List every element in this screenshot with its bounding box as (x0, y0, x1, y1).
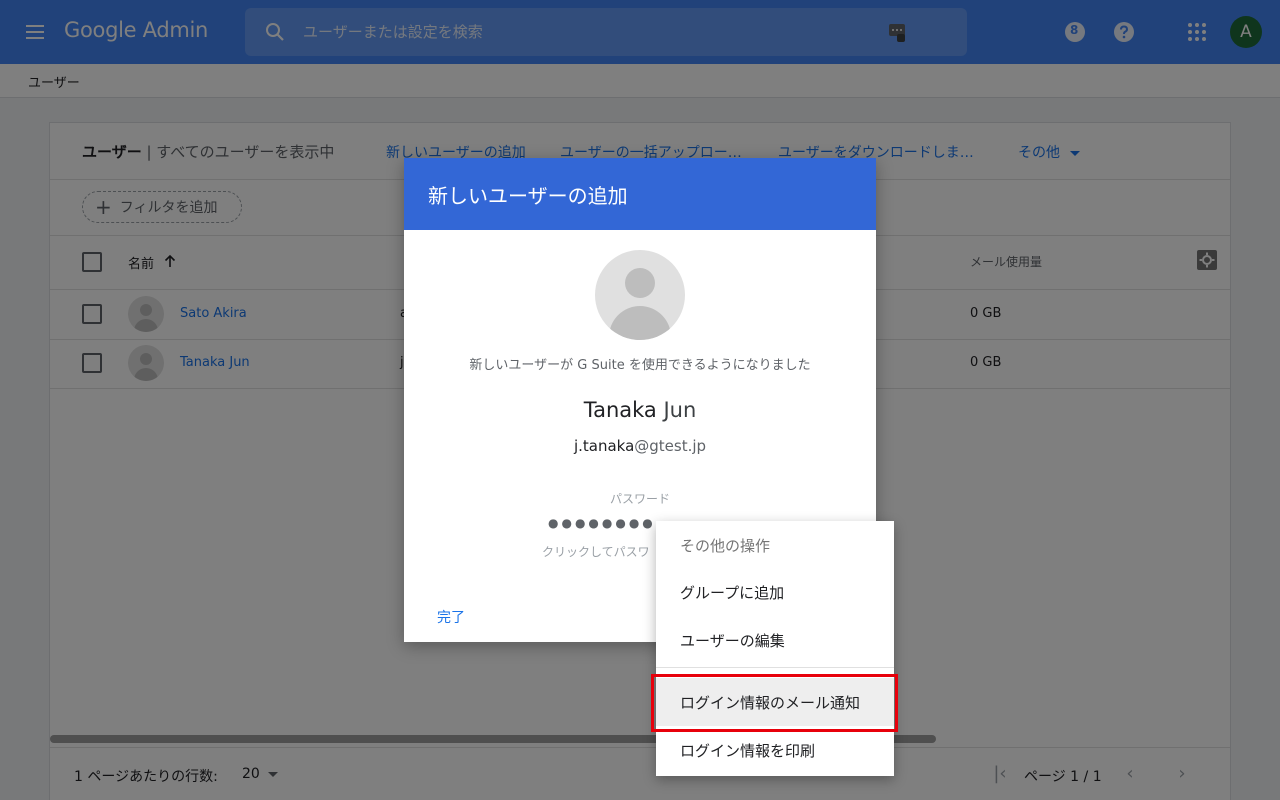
password-hint[interactable]: クリックしてパスワ (542, 543, 650, 560)
menu-item-edit-user[interactable]: ユーザーの編集 (656, 616, 894, 664)
highlight-frame (651, 674, 898, 732)
menu-item-label: グループに追加 (680, 583, 785, 602)
email-domain: @gtest.jp (634, 437, 707, 455)
menu-item-print-login-info[interactable]: ログイン情報を印刷 (656, 726, 894, 774)
email-user: j.tanaka (573, 437, 635, 455)
password-label: パスワード (609, 492, 670, 506)
more-actions-menu: その他の操作 グループに追加 ユーザーの編集 ログイン情報のメール通知 ログイン… (656, 521, 894, 776)
first-name: Tanaka (583, 398, 657, 422)
new-user-email: j.tanaka@gtest.jp (404, 437, 876, 455)
menu-item-add-to-group[interactable]: グループに追加 (656, 568, 894, 616)
menu-item-label: ユーザーの編集 (680, 631, 785, 650)
done-button[interactable]: 完了 (437, 607, 465, 627)
dialog-message: 新しいユーザーが G Suite を使用できるようになりました (469, 358, 811, 373)
dialog-title: 新しいユーザーの追加 (428, 184, 628, 208)
menu-header: その他の操作 (680, 537, 771, 555)
last-name: Jun (663, 398, 697, 422)
menu-item-label: ログイン情報を印刷 (680, 741, 816, 760)
menu-separator (656, 667, 894, 668)
password-mask[interactable]: ●●●●●●●● (548, 516, 656, 530)
new-user-name: Tanaka Jun (404, 398, 876, 422)
new-user-avatar (595, 250, 685, 340)
dialog-header: 新しいユーザーの追加 (404, 158, 876, 230)
